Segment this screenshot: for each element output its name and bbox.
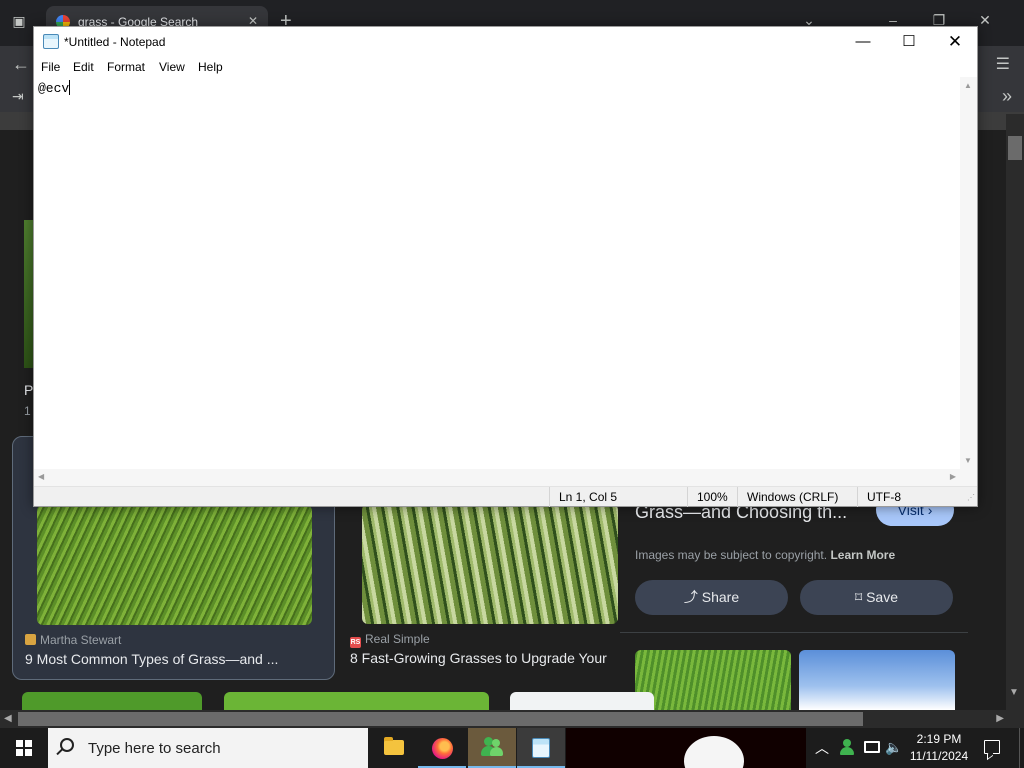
scroll-down-icon[interactable]: ▼ [964, 456, 972, 465]
editor-vertical-scrollbar[interactable]: ▲ ▼ [960, 77, 977, 469]
grass-image[interactable] [362, 504, 618, 624]
page-vertical-scrollbar[interactable]: ▼ [1006, 114, 1024, 710]
more-tools-icon[interactable]: » [1002, 86, 1012, 107]
close-button[interactable]: ✕ [932, 27, 978, 57]
browser-close-icon[interactable]: ✕ [975, 12, 995, 29]
taskbar-people-app[interactable] [468, 728, 516, 768]
panel-divider [620, 632, 968, 633]
image-preview-panel: Grass—and Choosing th... Visit › Images … [620, 494, 968, 710]
copyright-notice: Images may be subject to copyright. Lear… [635, 548, 896, 562]
resize-grip-icon[interactable]: ⋰ [967, 493, 975, 502]
related-image-thumbnail[interactable] [635, 650, 791, 710]
clock-date: 11/11/2024 [909, 749, 969, 763]
menu-format[interactable]: Format [107, 60, 145, 74]
window-title: *Untitled - Notepad [64, 35, 166, 49]
browser-menu-icon[interactable]: ☰ [996, 54, 1010, 74]
martha-stewart-favicon-icon [25, 634, 36, 645]
result-title[interactable]: 8 Fast-Growing Grasses to Upgrade Your [350, 650, 622, 666]
search-placeholder: Type here to search [88, 740, 221, 757]
result-source: RS Real Simple [350, 632, 430, 648]
show-desktop-button[interactable] [1019, 728, 1024, 768]
minimize-button[interactable]: — [840, 27, 886, 57]
notification-center-icon[interactable] [984, 740, 1000, 754]
sign-in-icon[interactable]: ⇥ [12, 88, 24, 105]
notepad-window: *Untitled - Notepad — ☐ ✕ File Edit Form… [33, 26, 978, 507]
system-clock[interactable]: 2:19 PM 11/11/2024 [906, 731, 972, 765]
maximize-button[interactable]: ☐ [886, 27, 932, 57]
page-horizontal-scrollbar[interactable]: ◀ ▶ [0, 710, 1024, 728]
scroll-right-icon[interactable]: ▶ [996, 713, 1004, 724]
scrollbar-corner [960, 469, 977, 486]
scroll-up-icon[interactable]: ▲ [964, 81, 972, 90]
scrollbar-thumb[interactable] [1008, 136, 1022, 160]
notepad-icon [43, 34, 59, 49]
learn-more-link[interactable]: Learn More [830, 548, 895, 562]
tab-list-icon[interactable]: ▣ [10, 12, 28, 30]
notepad-titlebar[interactable]: *Untitled - Notepad — ☐ ✕ [34, 27, 977, 57]
tray-people-icon[interactable] [839, 739, 855, 755]
result-sub-fragment: 1 [24, 404, 31, 418]
share-button[interactable]: ⤴ Share [635, 580, 788, 615]
clock-time: 2:19 PM [916, 732, 962, 746]
taskbar-file-explorer[interactable] [370, 728, 418, 768]
result-source: Martha Stewart [25, 633, 121, 647]
scroll-left-icon[interactable]: ◀ [38, 472, 44, 481]
show-hidden-icons-icon[interactable]: ︿ [815, 738, 829, 758]
cursor-position: Ln 1, Col 5 [549, 487, 687, 507]
volume-icon[interactable]: 🔈 [885, 739, 902, 756]
search-icon [60, 738, 74, 752]
editor-horizontal-scrollbar[interactable]: ◀ ▶ [34, 469, 960, 486]
taskbar-notepad[interactable] [517, 728, 565, 768]
result-title-fragment: P [24, 382, 34, 398]
related-image-thumbnail[interactable] [799, 650, 955, 710]
status-bar: Ln 1, Col 5 100% Windows (CRLF) UTF-8 ⋰ [34, 486, 977, 507]
taskbar-search-box[interactable]: Type here to search [48, 728, 368, 768]
save-button[interactable]: ⌑ Save [800, 580, 953, 615]
encoding: UTF-8 [857, 487, 957, 507]
image-result-thumbnail[interactable] [224, 692, 489, 710]
image-result-thumbnail[interactable] [510, 692, 654, 710]
text-caret [69, 80, 71, 95]
result-title[interactable]: 9 Most Common Types of Grass—and ... [25, 651, 325, 667]
text-editor-area[interactable]: @ecv [34, 77, 977, 486]
menu-edit[interactable]: Edit [73, 60, 94, 74]
real-simple-favicon-icon: RS [350, 637, 361, 648]
image-result-thumbnail[interactable] [22, 692, 202, 710]
scroll-left-icon[interactable]: ◀ [4, 713, 12, 724]
grass-image[interactable] [37, 505, 312, 625]
menu-file[interactable]: File [41, 60, 60, 74]
start-button[interactable] [0, 728, 48, 768]
editor-content[interactable]: @ecv [38, 81, 69, 96]
scroll-down-icon[interactable]: ▼ [1009, 687, 1019, 698]
taskbar-firefox[interactable] [418, 728, 466, 768]
windows-logo-icon [16, 740, 32, 756]
back-arrow-icon[interactable]: ← [12, 54, 30, 75]
line-ending: Windows (CRLF) [737, 487, 857, 507]
folder-icon [384, 737, 404, 755]
scroll-right-icon[interactable]: ▶ [950, 472, 956, 481]
menu-help[interactable]: Help [198, 60, 223, 74]
taskbar: Type here to search ︿ 🔈 2:19 PM 11/11/20… [0, 728, 1024, 768]
network-icon[interactable] [864, 741, 880, 753]
menu-view[interactable]: View [159, 60, 185, 74]
zoom-level: 100% [687, 487, 737, 507]
firefox-icon [432, 738, 453, 759]
menu-bar: File Edit Format View Help [34, 57, 977, 77]
people-icon [481, 736, 503, 758]
scrollbar-thumb[interactable] [18, 712, 863, 726]
notepad-icon [532, 738, 550, 758]
taskbar-wallpaper-area [566, 728, 806, 768]
